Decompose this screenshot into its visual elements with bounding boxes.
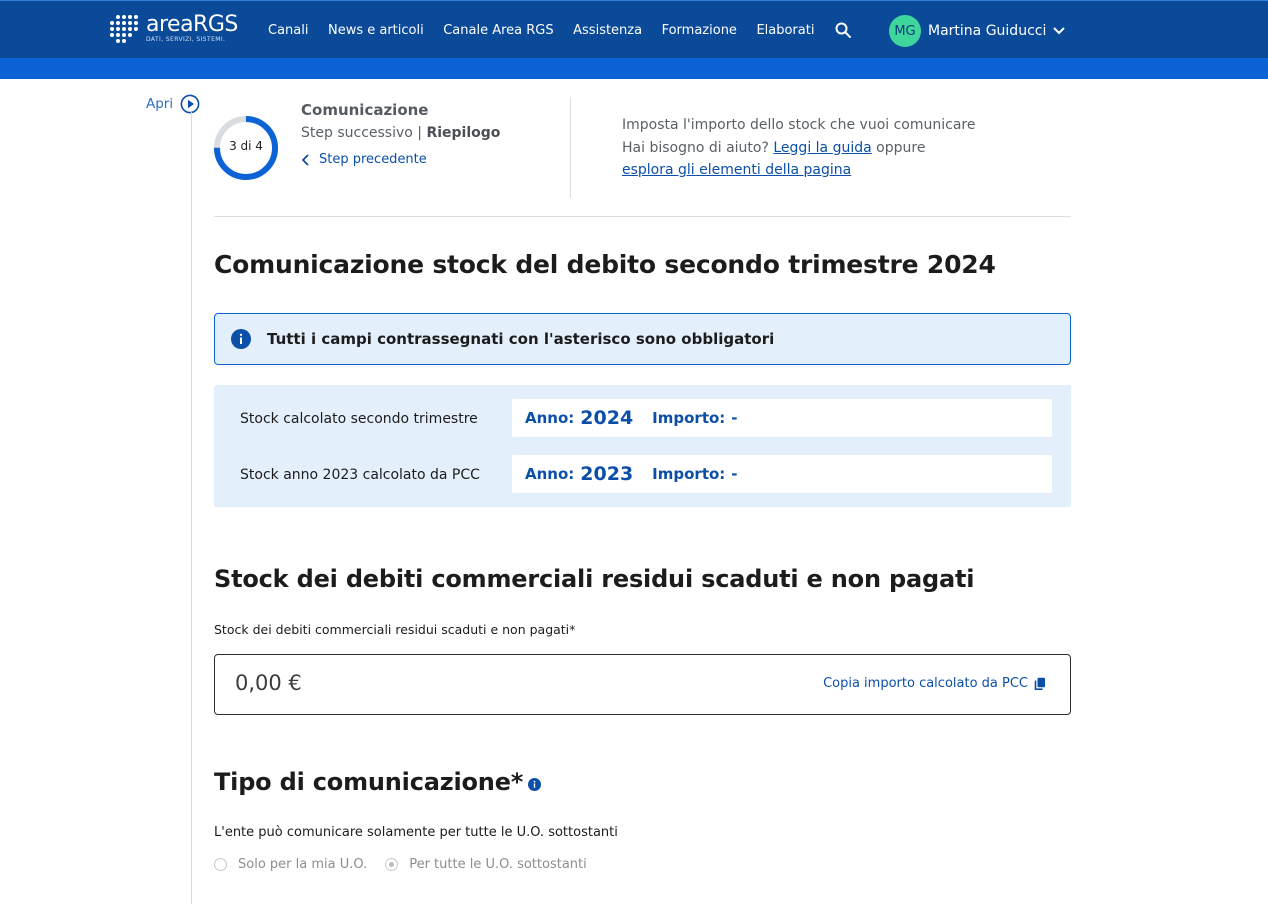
next-step-name: Riepilogo: [426, 125, 501, 141]
stock-row-values: Anno: 2023 Importo: -: [512, 455, 1052, 493]
header-divider: [570, 97, 571, 198]
help-text: Imposta l'importo dello stock che vuoi c…: [622, 114, 975, 182]
debt-section-title: Stock dei debiti commerciali residui sca…: [214, 565, 975, 593]
radio-only-my-uo[interactable]: Solo per la mia U.O.: [214, 857, 367, 872]
previous-step-label: Step precedente: [319, 152, 427, 167]
main-nav: Canali News e articoli Canale Area RGS A…: [268, 1, 834, 59]
debt-field-label: Stock dei debiti commerciali residui sca…: [214, 622, 576, 637]
radio-label: Solo per la mia U.O.: [238, 857, 368, 872]
sidebar-open-toggle[interactable]: Apri: [146, 94, 200, 114]
avatar: MG: [889, 15, 921, 47]
help-line-1: Imposta l'importo dello stock che vuoi c…: [622, 117, 976, 133]
nav-item-formazione[interactable]: Formazione: [662, 23, 737, 38]
year-label: Anno:: [525, 409, 575, 427]
help-line-2-prefix: Hai bisogno di aiuto?: [622, 139, 769, 156]
logo[interactable]: areaRGS DATI, SERVIZI, SISTEMI.: [110, 12, 238, 43]
logo-dots-icon: [110, 15, 138, 43]
chevron-left-icon: [301, 153, 309, 166]
copy-pcc-amount-button[interactable]: Copia importo calcolato da PCC: [823, 676, 1046, 691]
info-icon[interactable]: [528, 778, 542, 791]
user-name: Martina Guiducci: [928, 23, 1047, 39]
sub-navbar: [0, 58, 1268, 79]
stock-row: Stock calcolato secondo trimestre Anno: …: [214, 399, 1071, 437]
communication-type-options: Solo per la mia U.O. Per tutte le U.O. s…: [214, 857, 605, 872]
nav-item-assistenza[interactable]: Assistenza: [573, 23, 642, 38]
nav-item-elaborati[interactable]: Elaborati: [756, 23, 814, 38]
amount-label: Importo:: [652, 465, 726, 483]
stock-row-label: Stock calcolato secondo trimestre: [240, 411, 478, 427]
play-circle-icon: [180, 94, 200, 114]
explore-elements-link[interactable]: esplora gli elementi della pagina: [622, 162, 851, 178]
year-label: Anno:: [525, 465, 575, 483]
stock-row-values: Anno: 2024 Importo: -: [512, 399, 1052, 437]
copy-icon: [1034, 677, 1045, 690]
next-step-prefix: Step successivo |: [301, 125, 422, 141]
sidebar-divider: [191, 112, 192, 904]
nav-item-canali[interactable]: Canali: [268, 23, 308, 38]
radio-button: [214, 858, 227, 871]
search-icon[interactable]: [835, 22, 851, 38]
year-value: 2024: [580, 407, 634, 429]
copy-pcc-amount-label: Copia importo calcolato da PCC: [823, 676, 1028, 691]
debt-amount-input[interactable]: 0,00 € Copia importo calcolato da PCC: [214, 654, 1071, 715]
radio-button-selected: [385, 858, 399, 871]
year-value: 2023: [580, 463, 634, 485]
nav-item-canale-area-rgs[interactable]: Canale Area RGS: [443, 23, 553, 38]
stock-row: Stock anno 2023 calcolato da PCC Anno: 2…: [214, 455, 1071, 493]
nav-item-news[interactable]: News e articoli: [328, 23, 424, 38]
logo-tagline: DATI, SERVIZI, SISTEMI.: [146, 36, 226, 43]
radio-all-uo[interactable]: Per tutte le U.O. sottostanti: [385, 857, 587, 872]
alert-text: Tutti i campi contrassegnati con l'aster…: [267, 330, 775, 348]
top-navbar: areaRGS DATI, SERVIZI, SISTEMI. Canali N…: [0, 0, 1268, 58]
communication-type-title-text: Tipo di comunicazione*: [214, 768, 524, 796]
previous-step-link[interactable]: Step precedente: [301, 152, 427, 167]
step-title: Comunicazione: [301, 101, 429, 119]
page-title: Comunicazione stock del debito secondo t…: [214, 250, 996, 279]
debt-amount-value: 0,00 €: [235, 671, 302, 695]
stock-row-label: Stock anno 2023 calcolato da PCC: [240, 467, 480, 483]
next-step: Step successivo | Riepilogo: [301, 125, 500, 141]
stock-summary: Stock calcolato secondo trimestre Anno: …: [214, 385, 1071, 507]
progress-label: 3 di 4: [229, 139, 263, 153]
amount-label: Importo:: [652, 409, 726, 427]
radio-label: Per tutte le U.O. sottostanti: [409, 857, 587, 872]
user-menu[interactable]: MG Martina Guiducci: [889, 15, 1066, 47]
sidebar-open-label: Apri: [146, 96, 174, 112]
info-alert: Tutti i campi contrassegnati con l'aster…: [214, 313, 1071, 365]
logo-wordmark: areaRGS: [146, 12, 238, 37]
communication-type-title: Tipo di comunicazione*: [214, 768, 542, 796]
info-icon: [231, 329, 251, 349]
amount-value: -: [731, 465, 738, 483]
section-divider: [214, 216, 1071, 217]
help-line-2-suffix: oppure: [876, 139, 926, 156]
guide-link[interactable]: Leggi la guida: [773, 140, 871, 156]
chevron-down-icon: [1053, 27, 1066, 35]
communication-type-note: L'ente può comunicare solamente per tutt…: [214, 825, 618, 840]
amount-value: -: [731, 409, 738, 427]
